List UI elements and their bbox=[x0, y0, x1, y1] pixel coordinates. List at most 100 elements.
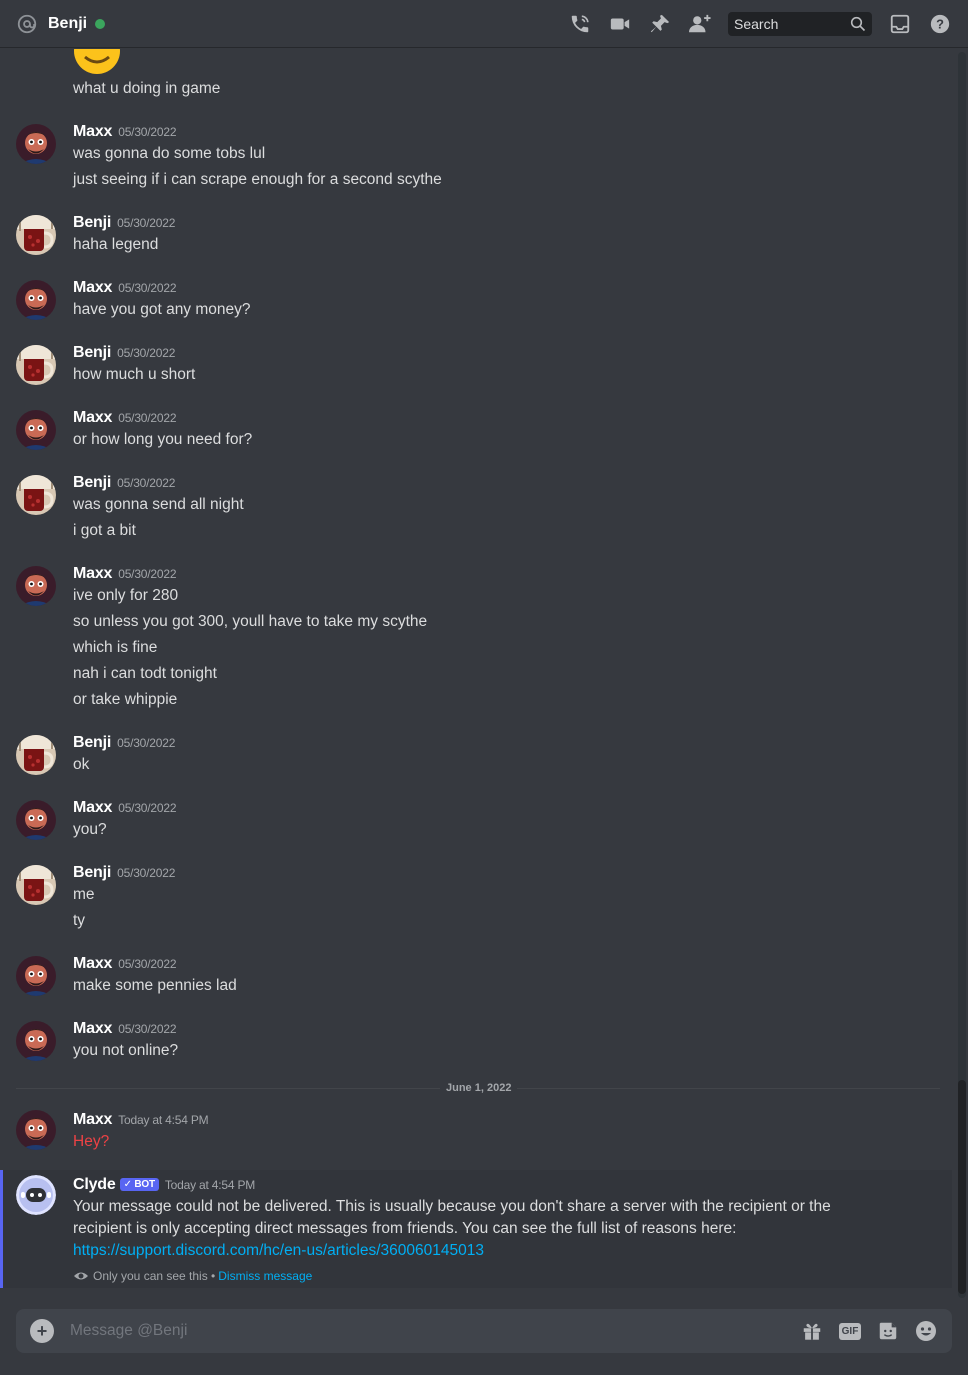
message-timestamp: 05/30/2022 bbox=[118, 125, 177, 139]
message-text: me bbox=[73, 886, 95, 903]
add-member-icon[interactable] bbox=[688, 12, 712, 36]
message-timestamp: 05/30/2022 bbox=[118, 801, 177, 815]
inbox-icon[interactable] bbox=[888, 12, 912, 36]
author-name[interactable]: Maxx bbox=[73, 1020, 112, 1037]
author-name[interactable]: Benji bbox=[73, 864, 111, 881]
search-box[interactable]: Search bbox=[728, 11, 872, 36]
author-name[interactable]: Benji bbox=[73, 344, 111, 361]
avatar-benji[interactable] bbox=[16, 345, 56, 385]
avatar-maxx[interactable] bbox=[16, 800, 56, 840]
message-text: was gonna send all night bbox=[73, 496, 244, 513]
message-author: Benji 05/30/2022 bbox=[73, 864, 175, 882]
message-timestamp: Today at 4:54 PM bbox=[118, 1113, 209, 1127]
message-timestamp: Today at 4:54 PM bbox=[164, 1178, 256, 1192]
avatar-maxx[interactable] bbox=[16, 956, 56, 996]
eye-icon bbox=[73, 1268, 89, 1284]
message-author: Maxx 05/30/2022 bbox=[73, 799, 176, 817]
message-text: so unless you got 300, youll have to tak… bbox=[73, 613, 428, 630]
message-author: Benji 05/30/2022 bbox=[73, 734, 175, 752]
pin-icon[interactable] bbox=[648, 12, 672, 36]
phone-call-icon[interactable] bbox=[568, 12, 592, 36]
only-you-label: Only you can see this • bbox=[93, 1269, 216, 1283]
emoji-icon[interactable] bbox=[914, 1319, 938, 1343]
author-name[interactable]: Maxx bbox=[73, 123, 112, 140]
message-author: Maxx Today at 4:54 PM bbox=[73, 1111, 209, 1129]
avatar-maxx[interactable] bbox=[16, 280, 56, 320]
message-text: have you got any money? bbox=[73, 301, 251, 318]
message-timestamp: 05/30/2022 bbox=[118, 411, 177, 425]
gift-icon[interactable] bbox=[800, 1319, 824, 1343]
message-timestamp: 05/30/2022 bbox=[117, 736, 176, 750]
search-placeholder: Search bbox=[734, 15, 779, 32]
clyde-message-bar bbox=[0, 1170, 3, 1288]
author-name[interactable]: Maxx bbox=[73, 799, 112, 816]
ephemeral-notice: Only you can see this • Dismiss message bbox=[73, 1268, 312, 1284]
at-icon bbox=[16, 12, 40, 36]
author-name[interactable]: Maxx bbox=[73, 955, 112, 972]
message-author: Benji 05/30/2022 bbox=[73, 474, 175, 492]
avatar-benji[interactable] bbox=[16, 215, 56, 255]
avatar-maxx[interactable] bbox=[16, 566, 56, 606]
author-name[interactable]: Maxx bbox=[73, 279, 112, 296]
message-author: Maxx 05/30/2022 bbox=[73, 565, 176, 583]
author-name[interactable]: Maxx bbox=[73, 409, 112, 426]
author-name[interactable]: Clyde bbox=[73, 1176, 116, 1193]
date-divider-label: June 1, 2022 bbox=[440, 1082, 518, 1094]
author-name[interactable]: Benji bbox=[73, 734, 111, 751]
avatar-clyde[interactable] bbox=[16, 1175, 56, 1215]
avatar-benji[interactable] bbox=[16, 865, 56, 905]
message-text: i got a bit bbox=[73, 522, 136, 539]
message-author: Maxx 05/30/2022 bbox=[73, 123, 176, 141]
message-timestamp: 05/30/2022 bbox=[117, 476, 176, 490]
author-name[interactable]: Benji bbox=[73, 214, 111, 231]
message-input[interactable]: Message @Benji bbox=[70, 1322, 786, 1340]
plus-icon[interactable]: + bbox=[30, 1319, 54, 1343]
failed-message-text: Hey? bbox=[73, 1133, 110, 1150]
clyde-body: Your message could not be delivered. Thi… bbox=[73, 1198, 831, 1237]
svg-text:?: ? bbox=[936, 16, 944, 31]
message-text: was gonna do some tobs lul bbox=[73, 145, 266, 162]
message-text: what u doing in game bbox=[73, 80, 221, 97]
message-author: Maxx 05/30/2022 bbox=[73, 955, 176, 973]
author-name[interactable]: Benji bbox=[73, 474, 111, 491]
avatar-maxx[interactable] bbox=[16, 124, 56, 164]
sticker-icon[interactable] bbox=[876, 1319, 900, 1343]
support-link[interactable]: https://support.discord.com/hc/en-us/art… bbox=[73, 1242, 484, 1259]
gif-label: GIF bbox=[838, 1322, 862, 1340]
scrollbar-thumb[interactable] bbox=[958, 1080, 966, 1294]
bot-tag-label: BOT bbox=[134, 1179, 155, 1190]
avatar-maxx[interactable] bbox=[16, 1110, 56, 1150]
message-text: you not online? bbox=[73, 1042, 179, 1059]
video-icon[interactable] bbox=[608, 12, 632, 36]
help-icon[interactable]: ? bbox=[928, 12, 952, 36]
message-text: ive only for 280 bbox=[73, 587, 179, 604]
message-text: or how long you need for? bbox=[73, 431, 253, 448]
avatar-maxx[interactable] bbox=[16, 1021, 56, 1061]
online-status-dot bbox=[95, 18, 106, 29]
message-text: ok bbox=[73, 756, 90, 773]
author-name[interactable]: Maxx bbox=[73, 565, 112, 582]
avatar-benji[interactable] bbox=[16, 735, 56, 775]
message-text: nah i can todt tonight bbox=[73, 665, 217, 682]
message-text: which is fine bbox=[73, 639, 158, 656]
message-list[interactable]: what u doing in game Maxx 05/30/2022 was go… bbox=[0, 49, 952, 1296]
emoji-partial bbox=[73, 49, 121, 75]
message-text: make some pennies lad bbox=[73, 977, 237, 994]
gif-icon[interactable]: GIF bbox=[838, 1319, 862, 1343]
bot-tag: ✓ BOT bbox=[119, 1178, 159, 1191]
message-timestamp: 05/30/2022 bbox=[118, 281, 177, 295]
avatar-benji[interactable] bbox=[16, 475, 56, 515]
message-text: how much u short bbox=[73, 366, 196, 383]
message-author: Clyde ✓ BOT Today at 4:54 PM bbox=[73, 1176, 255, 1194]
message-composer[interactable]: + Message @Benji GIF bbox=[16, 1309, 952, 1353]
message-timestamp: 05/30/2022 bbox=[118, 567, 177, 581]
search-icon bbox=[850, 16, 866, 32]
message-author: Benji 05/30/2022 bbox=[73, 344, 175, 362]
message-text: just seeing if i can scrape enough for a… bbox=[73, 171, 442, 188]
message-author: Benji 05/30/2022 bbox=[73, 214, 175, 232]
message-timestamp: 05/30/2022 bbox=[118, 957, 177, 971]
channel-title: Benji bbox=[48, 14, 88, 32]
avatar-maxx[interactable] bbox=[16, 410, 56, 450]
author-name[interactable]: Maxx bbox=[73, 1111, 112, 1128]
dismiss-message-link[interactable]: Dismiss message bbox=[218, 1269, 312, 1283]
